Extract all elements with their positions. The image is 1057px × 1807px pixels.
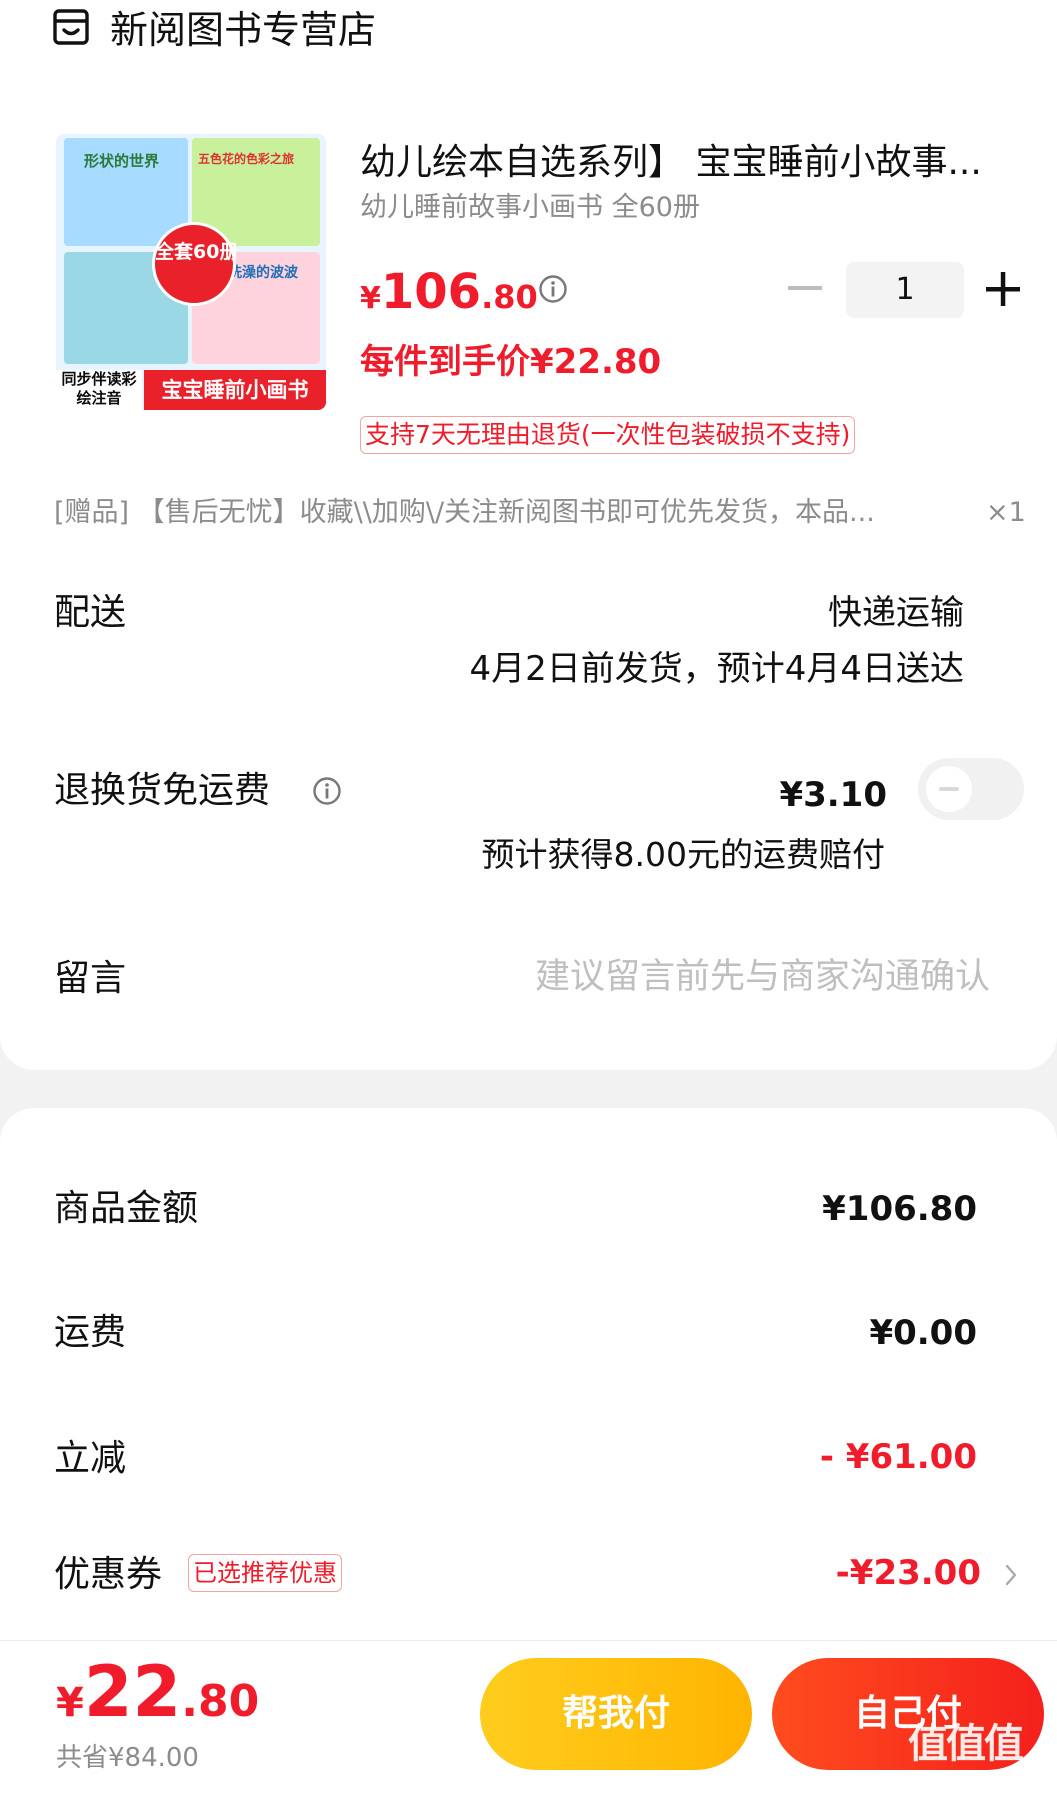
return-shipping-toggle[interactable] [918,758,1024,820]
watermark: 值值值 [908,1721,1024,1767]
image-caption: 同步伴读彩绘注音 [56,370,142,410]
product-image[interactable]: 形状的世界 五色花的色彩之旅 不爱洗澡的波波 全套60册 同步伴读彩绘注音 宝宝… [56,134,326,410]
saved-amount: 共省¥84.00 [56,1743,199,1773]
set-badge: 全套60册 [152,222,238,306]
message-input[interactable] [470,952,990,1002]
book-title: 形状的世界 [84,152,160,170]
quantity-decrease-button[interactable] [788,286,822,290]
per-item-price: 每件到手价¥22.80 [360,342,662,382]
shipping-fee-label: 运费 [54,1312,127,1353]
quantity-increase-button[interactable] [986,272,1020,306]
product-price: ¥106.80 [360,264,538,320]
goods-amount-value: ¥106.80 [822,1189,977,1229]
shipping-fee-value: ¥0.00 [869,1313,977,1353]
gift-count: ×1 [986,497,1026,528]
product-spec[interactable]: 幼儿睡前故事小画书 全60册 [360,190,700,226]
discount-value: - ¥61.00 [819,1437,977,1477]
watermark-url: zhizhizhi.com [912,1768,1034,1789]
info-icon[interactable] [312,776,342,806]
return-shipping-label: 退换货免运费 [54,770,271,811]
return-policy-tag: 支持7天无理由退货(一次性包装破损不支持) [360,416,856,454]
coupon-value[interactable]: -¥23.00 [836,1550,981,1596]
quantity-field[interactable]: 1 [846,262,964,318]
return-shipping-price: ¥3.10 [779,775,887,815]
delivery-label: 配送 [54,592,127,633]
gift-text[interactable]: [赠品] 【售后无忧】收藏\\加购\/关注新阅图书即可优先发货，本品... [54,494,875,532]
product-title[interactable]: 幼儿绘本自选系列】 宝宝睡前小故事... [360,140,982,186]
message-label: 留言 [54,958,127,999]
goods-amount-label: 商品金额 [54,1188,199,1229]
discount-label: 立减 [54,1438,127,1479]
coupon-tag: 已选推荐优惠 [188,1554,342,1592]
shop-name[interactable]: 新阅图书专营店 [110,6,376,54]
delivery-date: 4月2日前发货，预计4月4日送达 [469,649,964,689]
help-pay-button[interactable]: 帮我付 [480,1658,752,1770]
info-icon[interactable] [538,274,568,304]
chevron-right-icon[interactable] [1004,1563,1018,1587]
coupon-label[interactable]: 优惠券 [54,1552,162,1598]
shop-icon [53,9,89,45]
book-title: 五色花的色彩之旅 [198,152,295,166]
compensation-note: 预计获得8.00元的运费赔付 [481,835,885,874]
image-caption: 宝宝睡前小画书 [144,370,326,410]
toggle-knob [926,766,972,812]
delivery-method[interactable]: 快递运输 [828,590,964,636]
total-price: ¥22.80 [56,1651,260,1733]
